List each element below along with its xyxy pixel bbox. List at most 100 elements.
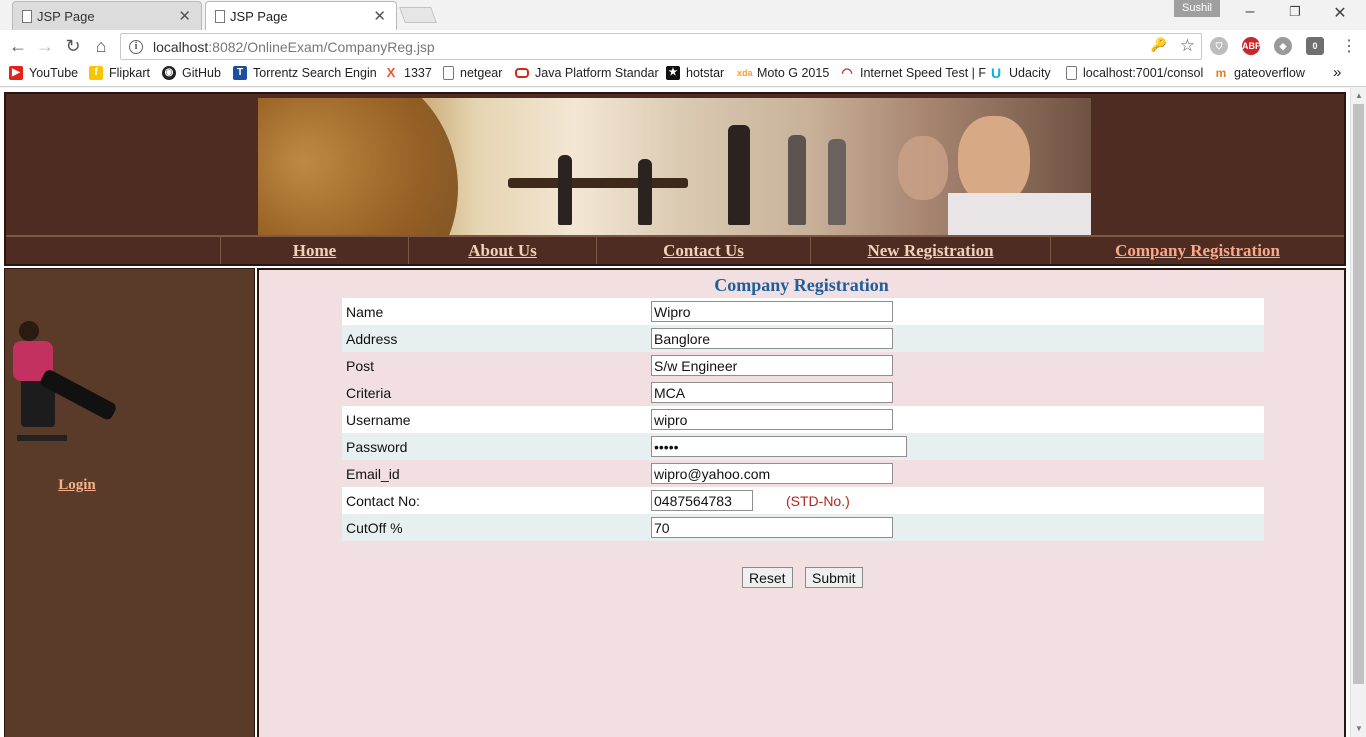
bookmark-moto[interactable]: xda Moto G 2015 bbox=[737, 66, 829, 80]
post-input[interactable] bbox=[651, 355, 893, 376]
menu-item-company-registration[interactable]: Company Registration bbox=[1050, 237, 1344, 264]
page-icon bbox=[443, 66, 454, 80]
page-favicon-icon bbox=[215, 10, 225, 23]
menu-item-contact[interactable]: Contact Us bbox=[596, 237, 810, 264]
bookmark-label: Udacity bbox=[1009, 66, 1051, 80]
form-row-address: Address bbox=[342, 325, 1264, 352]
submit-button[interactable]: Submit bbox=[805, 567, 863, 588]
close-tab-icon[interactable]: ✕ bbox=[178, 7, 191, 25]
contact-input[interactable] bbox=[651, 490, 753, 511]
more-bookmarks-icon[interactable]: » bbox=[1333, 64, 1341, 81]
contact-us-link[interactable]: Contact Us bbox=[663, 241, 744, 261]
bookmark-label: Flipkart bbox=[109, 66, 150, 80]
reload-icon[interactable]: ↻ bbox=[62, 36, 84, 56]
email-input[interactable] bbox=[651, 463, 893, 484]
info-icon[interactable]: i bbox=[129, 39, 143, 54]
menu-dots-icon[interactable]: ⋮ bbox=[1338, 37, 1360, 57]
extension-icon[interactable]: ◆ bbox=[1274, 37, 1292, 55]
name-input[interactable] bbox=[651, 301, 893, 322]
bookmark-label: Java Platform Standar bbox=[535, 66, 659, 80]
profile-badge[interactable]: Sushil bbox=[1174, 0, 1220, 17]
github-icon: ◉ bbox=[162, 66, 176, 80]
cutoff-input[interactable] bbox=[651, 517, 893, 538]
restore-icon[interactable]: ❐ bbox=[1285, 4, 1305, 20]
form-row-name: Name bbox=[342, 298, 1264, 325]
bookmark-youtube[interactable]: ▶ YouTube bbox=[9, 66, 78, 80]
bookmark-java[interactable]: Java Platform Standar bbox=[515, 66, 659, 80]
password-input[interactable] bbox=[651, 436, 907, 457]
address-bar[interactable]: i localhost:8082/OnlineExam/CompanyReg.j… bbox=[120, 33, 1202, 60]
home-link[interactable]: Home bbox=[293, 241, 336, 261]
minimize-icon[interactable]: – bbox=[1240, 3, 1260, 21]
menu-item-home[interactable]: Home bbox=[220, 237, 408, 264]
criteria-input[interactable] bbox=[651, 382, 893, 403]
browser-tab-active[interactable]: JSP Page ✕ bbox=[205, 1, 397, 30]
scrollbar-thumb[interactable] bbox=[1353, 104, 1364, 684]
browser-tab[interactable]: JSP Page ✕ bbox=[12, 1, 202, 30]
bookmark-label: gateoverflow bbox=[1234, 66, 1305, 80]
form-row-post: Post bbox=[342, 352, 1264, 379]
adblock-extension-icon[interactable]: ABP bbox=[1242, 37, 1261, 55]
scroll-up-icon[interactable]: ▲ bbox=[1355, 91, 1363, 100]
login-link[interactable]: Login bbox=[5, 477, 149, 494]
header-banner-image bbox=[258, 98, 1091, 235]
form-title: Company Registration bbox=[714, 275, 889, 295]
main-menu: Home About Us Contact Us New Registratio… bbox=[6, 235, 1344, 264]
person-silhouette bbox=[828, 139, 846, 225]
new-registration-link[interactable]: New Registration bbox=[867, 241, 993, 261]
url-path: :8082/OnlineExam/CompanyReg.jsp bbox=[208, 38, 435, 55]
bookmark-hotstar[interactable]: ★ hotstar bbox=[666, 66, 724, 80]
shield-extension-icon[interactable]: ⛉ bbox=[1210, 37, 1228, 55]
headset-woman-graphic bbox=[898, 136, 948, 200]
back-arrow-icon[interactable]: ← bbox=[7, 36, 29, 56]
bookmark-udacity[interactable]: U Udacity bbox=[989, 66, 1051, 80]
bookmark-label: GitHub bbox=[182, 66, 221, 80]
oracle-icon bbox=[515, 68, 529, 78]
bookmark-speedtest[interactable]: ◠ Internet Speed Test | F bbox=[840, 66, 986, 80]
udacity-icon: U bbox=[989, 65, 1003, 81]
window-close-icon[interactable]: ✕ bbox=[1330, 3, 1350, 23]
field-label: Criteria bbox=[346, 385, 392, 401]
forward-arrow-icon[interactable]: → bbox=[34, 36, 56, 56]
page-viewport: Home About Us Contact Us New Registratio… bbox=[0, 88, 1350, 737]
menu-item-about[interactable]: About Us bbox=[408, 237, 596, 264]
head-graphic bbox=[19, 321, 39, 341]
menu-item-new-registration[interactable]: New Registration bbox=[810, 237, 1050, 264]
tab-title: JSP Page bbox=[37, 8, 95, 24]
field-label: CutOff % bbox=[346, 520, 403, 536]
bookmark-netgear[interactable]: netgear bbox=[443, 66, 502, 80]
about-us-link[interactable]: About Us bbox=[468, 241, 537, 261]
bookmark-label: localhost:7001/consol bbox=[1083, 66, 1204, 80]
bookmark-gateoverflow[interactable]: m gateoverflow bbox=[1214, 66, 1305, 80]
close-tab-icon[interactable]: ✕ bbox=[373, 7, 386, 25]
bookmark-label: 1337 bbox=[404, 66, 432, 80]
url-host: localhost bbox=[153, 38, 209, 55]
site-header: Home About Us Contact Us New Registratio… bbox=[4, 92, 1346, 266]
x-icon: X bbox=[384, 66, 398, 80]
company-registration-link[interactable]: Company Registration bbox=[1115, 241, 1280, 261]
bookmark-flipkart[interactable]: f Flipkart bbox=[89, 66, 150, 80]
bookmark-label: Torrentz Search Engin bbox=[253, 66, 377, 80]
person-silhouette bbox=[788, 135, 806, 225]
field-label: Username bbox=[346, 412, 411, 428]
bookmark-1337[interactable]: X 1337 bbox=[384, 66, 432, 80]
hotstar-icon: ★ bbox=[666, 66, 680, 80]
scroll-down-icon[interactable]: ▼ bbox=[1355, 724, 1363, 733]
home-icon[interactable]: ⌂ bbox=[90, 36, 112, 56]
key-icon[interactable]: 🔑 bbox=[1151, 37, 1167, 53]
bookmark-torrentz[interactable]: T Torrentz Search Engin bbox=[233, 66, 377, 80]
username-input[interactable] bbox=[651, 409, 893, 430]
bookmark-label: Moto G 2015 bbox=[757, 66, 830, 80]
vertical-scrollbar[interactable]: ▲ ▼ bbox=[1350, 88, 1366, 737]
std-note: (STD-No.) bbox=[786, 493, 850, 509]
bookmark-localhost[interactable]: localhost:7001/consol bbox=[1066, 66, 1203, 80]
bookmark-github[interactable]: ◉ GitHub bbox=[162, 66, 221, 80]
extension-badge-icon[interactable]: 0 bbox=[1306, 37, 1324, 55]
page-icon bbox=[1066, 66, 1077, 80]
reset-button[interactable]: Reset bbox=[742, 567, 793, 588]
address-input[interactable] bbox=[651, 328, 893, 349]
bookmark-star-icon[interactable]: ☆ bbox=[1180, 36, 1195, 56]
gateoverflow-icon: m bbox=[1214, 66, 1228, 80]
new-tab-button[interactable] bbox=[399, 7, 437, 23]
form-row-username: Username bbox=[342, 406, 1264, 433]
